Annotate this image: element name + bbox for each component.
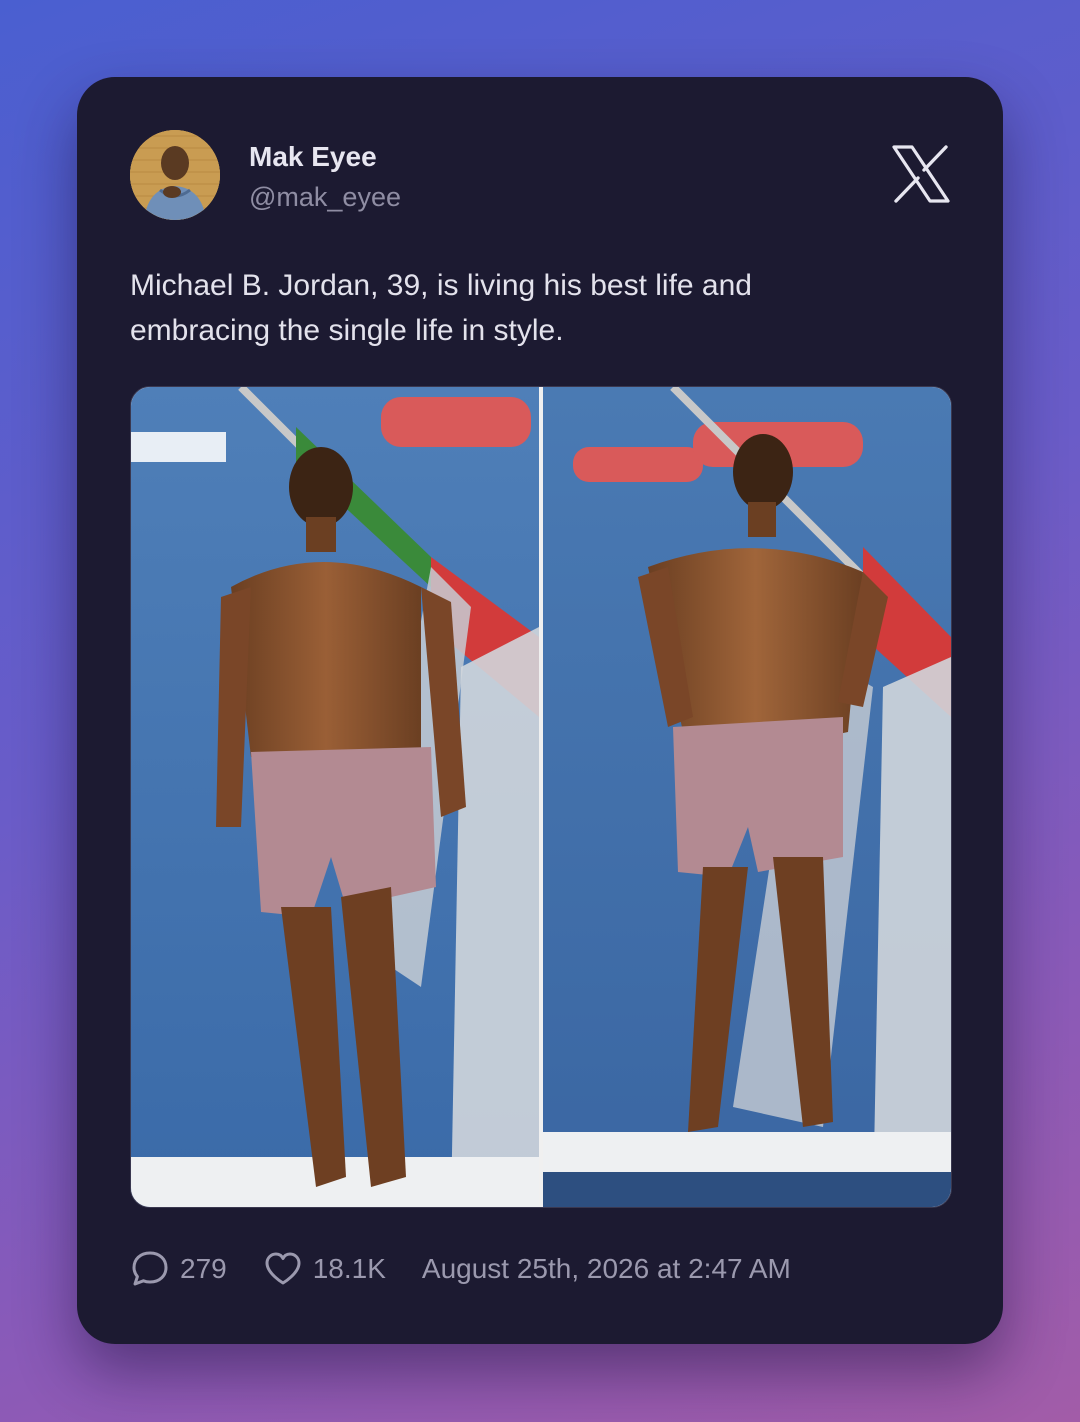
tweet-text: Michael B. Jordan, 39, is living his bes… [130,263,910,353]
avatar[interactable] [130,130,220,220]
tweet-text-line-1: Michael B. Jordan, 39, is living his bes… [130,269,752,302]
avatar-image [130,130,220,220]
timestamp[interactable]: August 25th, 2026 at 2:47 AM [422,1253,791,1285]
tweet-text-line-2: embracing the single life in style. [130,314,564,347]
photo-man-on-boat-walking[interactable] [131,387,539,1207]
x-logo-icon[interactable] [890,143,952,205]
author-name[interactable]: Mak Eyee [249,141,377,173]
reply-icon[interactable] [130,1249,170,1289]
media-grid[interactable] [130,386,952,1208]
like-count: 18.1K [312,1253,386,1284]
author-handle[interactable]: @mak_eyee [249,182,401,213]
photo-man-on-boat-standing[interactable] [543,387,951,1207]
reply-count: 279 [180,1253,227,1284]
heart-icon[interactable] [263,1249,303,1289]
tweet-footer: 279 18.1K August 25th, 2026 at 2:47 AM [130,1249,791,1289]
tweet-card: Mak Eyee @mak_eyee Michael B. Jordan, 39… [77,77,1003,1344]
